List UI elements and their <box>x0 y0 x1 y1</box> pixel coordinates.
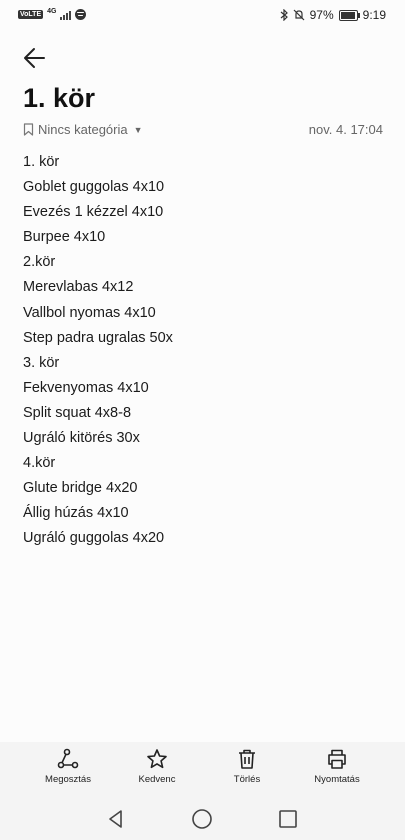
note-line: Split squat 4x8-8 <box>23 404 132 421</box>
category-label: Nincs kategória <box>38 122 128 137</box>
favorite-label: Kedvenc <box>138 774 176 785</box>
note-title[interactable]: 1. kör <box>23 83 95 114</box>
battery-icon <box>338 9 360 21</box>
status-left: VoLTE 4G <box>18 8 87 20</box>
spotify-icon <box>75 9 87 20</box>
favorite-button[interactable]: Kedvenc <box>117 748 197 785</box>
note-line: Merevlabas 4x12 <box>23 279 134 296</box>
note-line: 1. kör <box>23 154 60 170</box>
system-nav-bar <box>0 798 405 840</box>
nav-recents-button[interactable] <box>276 807 300 831</box>
print-label: Nyomtatás <box>314 774 360 785</box>
triangle-back-icon <box>109 810 122 828</box>
share-label: Megosztás <box>45 774 91 785</box>
share-button[interactable]: Megosztás <box>28 748 108 785</box>
note-line: 2.kör <box>23 254 56 271</box>
note-line: Goblet guggolas 4x10 <box>23 179 165 196</box>
signal-icon <box>60 10 72 20</box>
note-timestamp: nov. 4. 17:04 <box>308 122 383 137</box>
note-line: Step padra ugralas 50x <box>23 329 173 346</box>
note-line: Glute bridge 4x20 <box>23 480 138 497</box>
network-type: 4G <box>47 8 57 15</box>
bookmark-icon <box>23 123 34 136</box>
share-icon <box>57 748 79 769</box>
dropdown-caret-icon: ▼ <box>133 124 143 135</box>
back-button[interactable] <box>22 45 48 71</box>
nav-home-button[interactable] <box>190 807 214 831</box>
arrow-left-icon <box>24 48 45 68</box>
status-bar: VoLTE 4G 97% 9:19 <box>0 0 405 32</box>
note-line: 3. kör <box>23 354 60 371</box>
category-selector[interactable]: Nincs kategória ▼ <box>23 122 143 137</box>
bluetooth-icon <box>280 9 288 21</box>
note-line: 4.kör <box>23 455 56 472</box>
volte-indicator: VoLTE <box>18 10 44 19</box>
muted-bell-icon <box>293 9 305 21</box>
circle-home-icon <box>192 809 212 829</box>
nav-back-button[interactable] <box>104 807 128 831</box>
note-line: Vallbol nyomas 4x10 <box>23 304 156 321</box>
bottom-toolbar: Megosztás Kedvenc Törlés Nyomtatás <box>0 742 405 798</box>
print-button[interactable]: Nyomtatás <box>297 748 377 785</box>
delete-button[interactable]: Törlés <box>207 748 287 785</box>
note-body[interactable]: 1. kör Goblet guggolas 4x10 Evezés 1 kézze… <box>23 152 383 554</box>
note-meta-row: Nincs kategória ▼ nov. 4. 17:04 <box>23 122 383 140</box>
note-line: Ugráló kitörés 30x <box>23 430 140 447</box>
star-icon <box>147 749 167 769</box>
battery-percent: 97% <box>309 8 334 22</box>
clock: 9:19 <box>362 8 386 22</box>
note-line: Fekvenyomas 4x10 <box>23 379 149 396</box>
trash-icon <box>239 749 255 769</box>
note-line: Burpee 4x10 <box>23 229 106 246</box>
square-recents-icon <box>279 810 297 828</box>
status-right: 97% 9:19 <box>280 8 386 22</box>
printer-icon <box>328 749 346 769</box>
delete-label: Törlés <box>233 774 261 785</box>
note-line: Ugráló guggolas 4x20 <box>23 530 165 547</box>
note-line: Evezés 1 kézzel 4x10 <box>23 204 164 221</box>
note-line: Állig húzás 4x10 <box>23 505 129 522</box>
